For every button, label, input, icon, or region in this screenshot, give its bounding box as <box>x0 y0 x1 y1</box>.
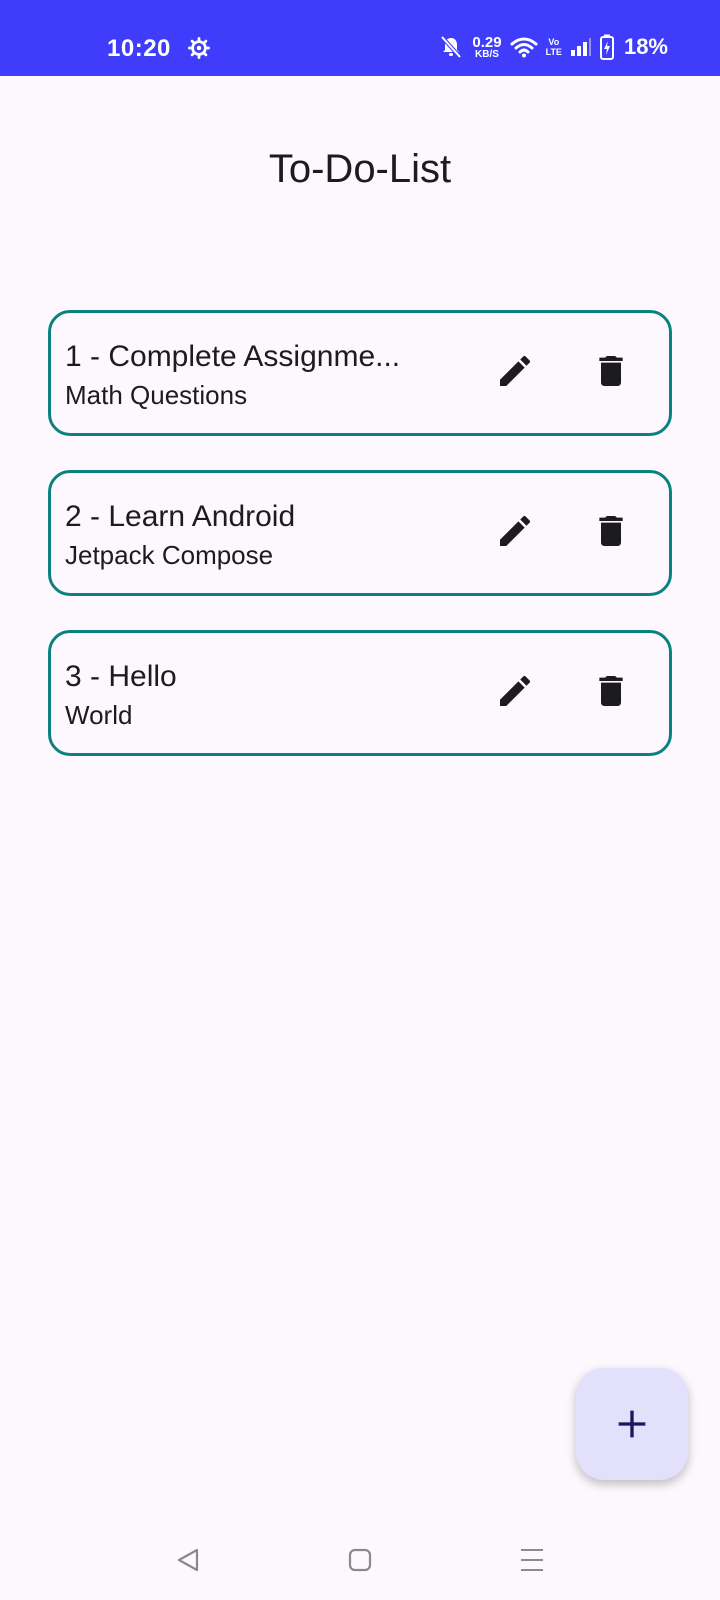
delete-button[interactable] <box>580 340 642 402</box>
nav-back-button[interactable] <box>158 1534 218 1586</box>
pencil-icon <box>500 675 531 706</box>
network-speed: 0.29 KB/S <box>472 35 501 60</box>
wifi-icon <box>510 37 538 58</box>
battery-percent: 18% <box>623 34 668 59</box>
volte-bottom: LTE <box>545 47 562 57</box>
pencil-icon <box>500 515 531 546</box>
menu-lines-icon <box>521 1549 543 1571</box>
todo-text: 3 - Hello World <box>65 659 445 731</box>
network-speed-value: 0.29 <box>472 33 502 51</box>
add-todo-button[interactable] <box>576 1368 688 1480</box>
trash-icon <box>599 356 623 386</box>
page-title: To-Do-List <box>268 147 452 191</box>
todo-description: Math Questions <box>65 380 248 410</box>
pencil-icon <box>500 355 531 386</box>
status-indicators: 0.29 KB/S Vo LTE 18% <box>440 33 668 61</box>
trash-icon <box>599 676 623 706</box>
edit-button[interactable] <box>484 500 546 562</box>
system-nav-bar <box>0 1520 720 1600</box>
volte-top: Vo <box>548 37 560 47</box>
todo-title: 2 - Learn Android <box>65 500 296 533</box>
todo-title: 3 - Hello <box>65 660 177 693</box>
network-speed-unit: KB/S <box>475 48 499 60</box>
status-time: 10:20 <box>107 35 171 62</box>
delete-button[interactable] <box>580 660 642 722</box>
trash-icon <box>599 516 623 546</box>
todo-item[interactable]: 2 - Learn Android Jetpack Compose <box>48 470 672 596</box>
home-square-icon <box>348 1548 372 1572</box>
todo-text: 1 - Complete Assignme... Math Questions <box>65 339 445 411</box>
volte-indicator: Vo LTE <box>546 37 562 57</box>
todo-description: World <box>65 700 133 730</box>
battery-charging-icon <box>599 34 614 60</box>
plus-icon <box>618 1410 646 1438</box>
todo-description: Jetpack Compose <box>65 540 274 570</box>
nav-recents-button[interactable] <box>502 1534 562 1586</box>
todo-text: 2 - Learn Android Jetpack Compose <box>65 499 445 571</box>
todo-item[interactable]: 3 - Hello World <box>48 630 672 756</box>
edit-button[interactable] <box>484 660 546 722</box>
status-bar: 10:20 0.29 KB/S Vo LTE 18% <box>0 0 720 76</box>
settings-gear-icon <box>188 37 210 59</box>
back-triangle-icon <box>177 1548 199 1572</box>
delete-button[interactable] <box>580 500 642 562</box>
todo-item[interactable]: 1 - Complete Assignme... Math Questions <box>48 310 672 436</box>
edit-button[interactable] <box>484 340 546 402</box>
nav-home-button[interactable] <box>330 1534 390 1586</box>
bell-muted-icon <box>440 35 462 59</box>
todo-list: 1 - Complete Assignme... Math Questions … <box>48 310 672 790</box>
todo-title: 1 - Complete Assignme... <box>65 340 401 373</box>
signal-icon <box>570 38 591 56</box>
